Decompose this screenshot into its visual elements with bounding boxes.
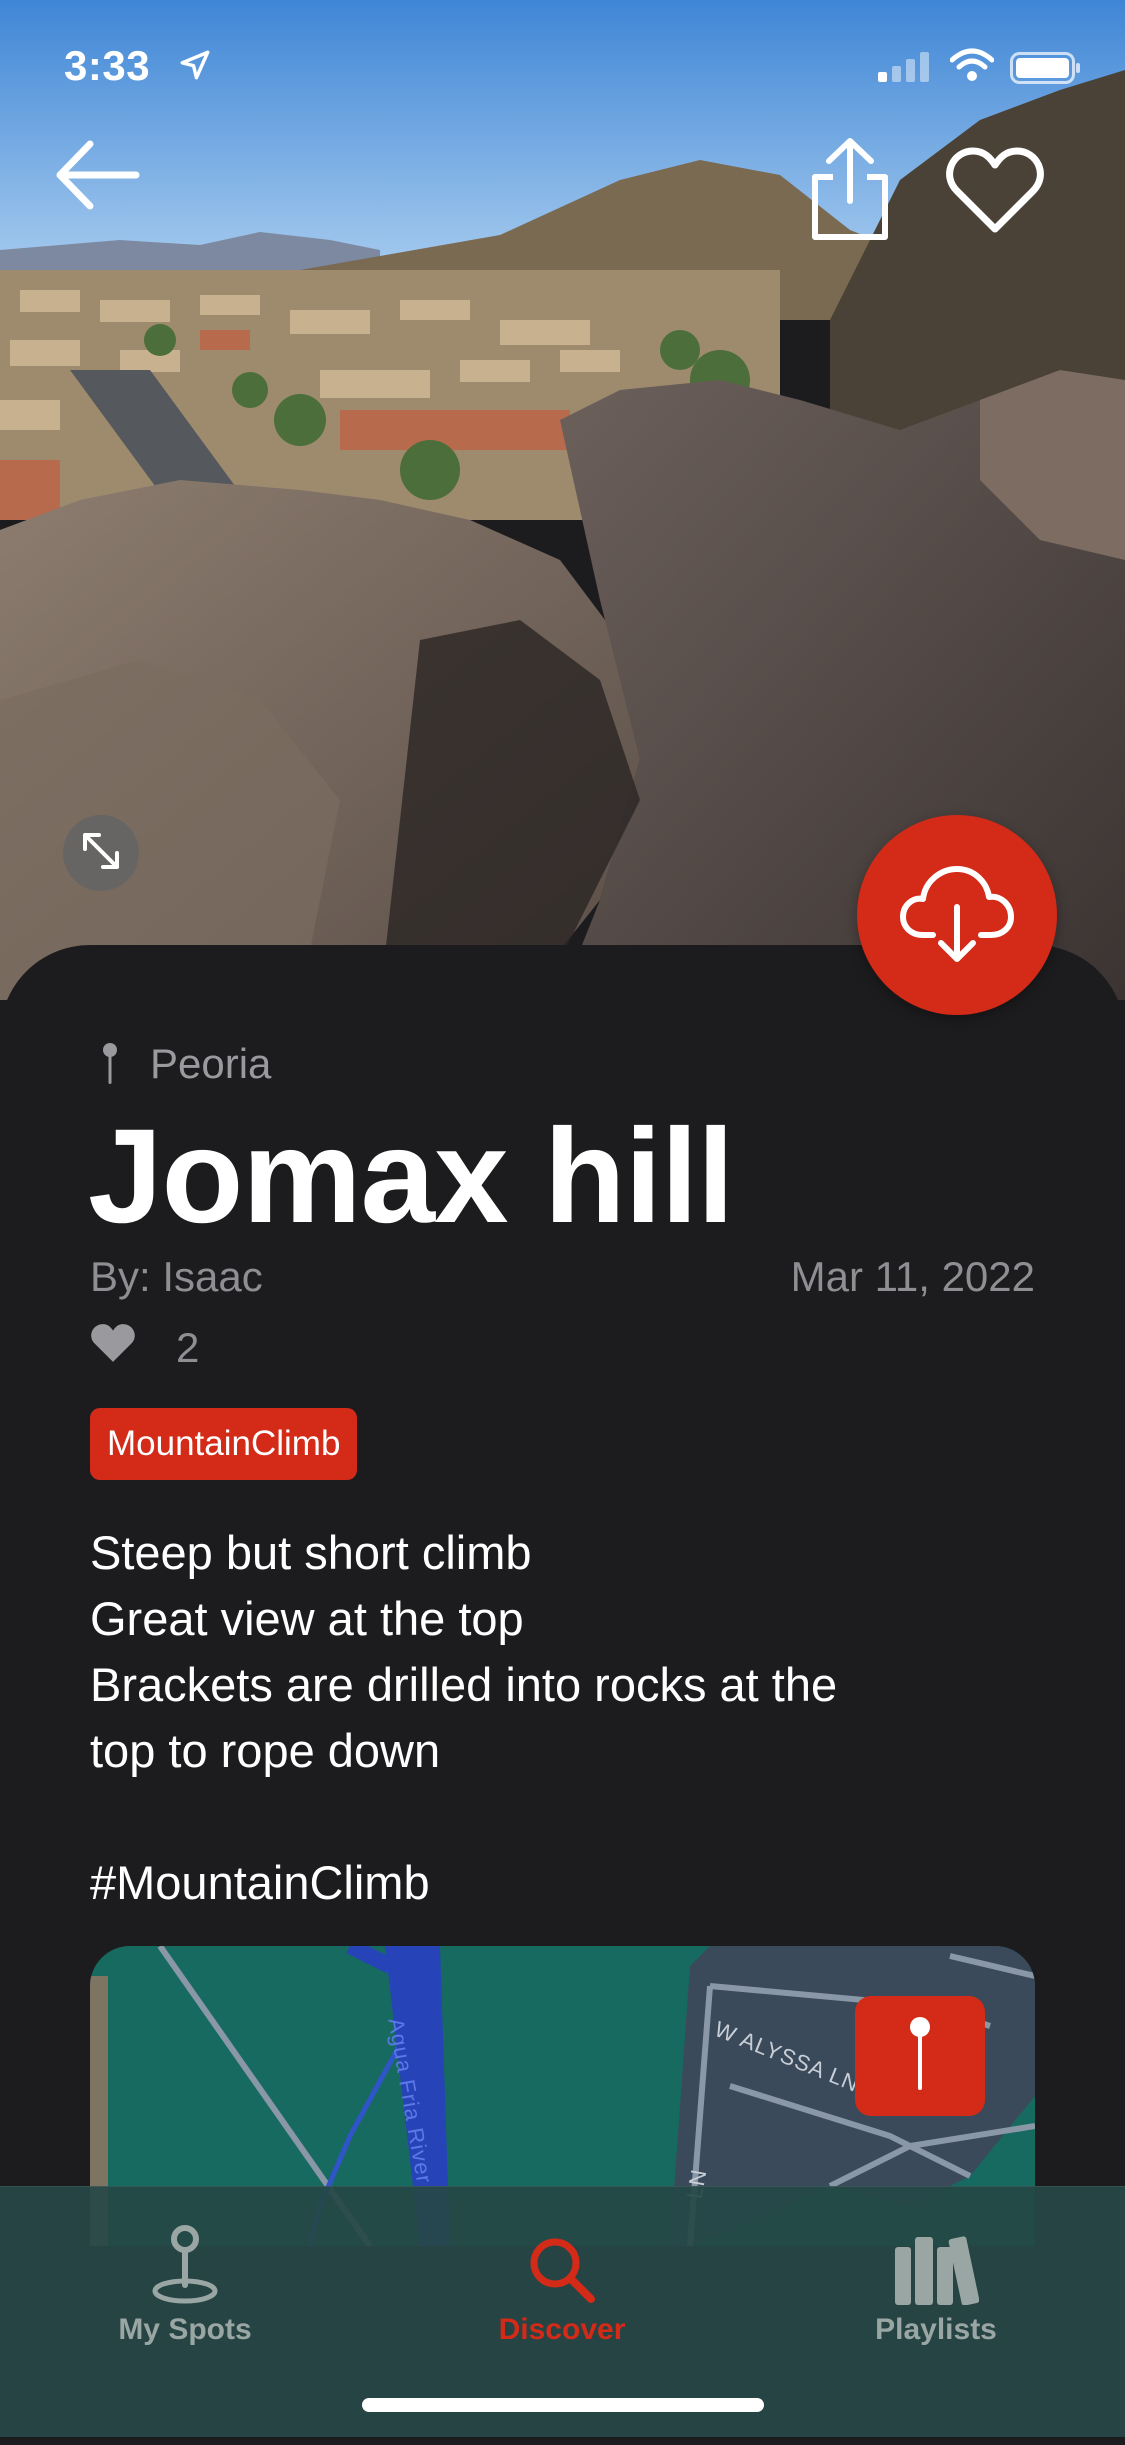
favorite-button[interactable] <box>945 145 1045 235</box>
description-line: Brackets are drilled into rocks at the <box>90 1658 838 1711</box>
like-count-value: 2 <box>176 1324 200 1371</box>
tab-my-spots[interactable]: My Spots <box>55 2205 315 2347</box>
expand-photo-button[interactable] <box>63 815 139 891</box>
tab-label: Discover <box>498 2313 626 2346</box>
tab-label: Playlists <box>875 2313 997 2346</box>
description-line: Great view at the top <box>90 1592 524 1645</box>
description-line: top to rope down <box>90 1724 441 1777</box>
tab-discover[interactable]: Discover <box>432 2205 692 2347</box>
like-count: 2 <box>90 1322 199 1374</box>
description-line: Steep but short climb <box>90 1526 532 1579</box>
tab-label: My Spots <box>118 2313 252 2346</box>
share-button[interactable] <box>805 135 895 245</box>
map-pin-icon <box>90 1042 130 1086</box>
date-label: Mar 11, 2022 <box>790 1253 1035 1300</box>
author-label: By: Isaac <box>90 1253 263 1300</box>
cellular-signal-icon <box>878 50 934 87</box>
download-button[interactable] <box>857 815 1057 1015</box>
description-line <box>90 1784 1040 1850</box>
spot-description: Steep but short climb Great view at the … <box>90 1520 1040 1916</box>
open-map-pin-button[interactable] <box>855 1996 985 2116</box>
status-time: 3:33 <box>64 42 151 89</box>
battery-icon <box>1010 52 1082 89</box>
expand-arrows-icon <box>79 829 123 878</box>
map-pin-icon <box>55 2205 315 2305</box>
description-hashtag[interactable]: #MountainClimb <box>90 1850 1040 1916</box>
back-button[interactable] <box>52 130 142 220</box>
tab-playlists[interactable]: Playlists <box>806 2205 1066 2347</box>
map-pin-icon <box>907 2016 933 2097</box>
search-icon <box>432 2205 692 2305</box>
city-name: Peoria <box>150 1040 272 1087</box>
library-icon <box>806 2205 1066 2305</box>
spot-location: Peoria <box>90 1040 271 1088</box>
wifi-icon <box>949 48 995 87</box>
cloud-download-icon <box>899 863 1015 968</box>
category-tag[interactable]: MountainClimb <box>90 1408 358 1480</box>
heart-icon <box>945 147 1045 239</box>
share-icon <box>805 138 895 249</box>
spot-title: Jomax hill <box>88 1102 734 1251</box>
home-indicator <box>362 2398 764 2412</box>
status-bar: 3:33 <box>0 0 1125 130</box>
location-arrow-icon <box>178 48 212 87</box>
heart-filled-icon <box>90 1322 136 1374</box>
